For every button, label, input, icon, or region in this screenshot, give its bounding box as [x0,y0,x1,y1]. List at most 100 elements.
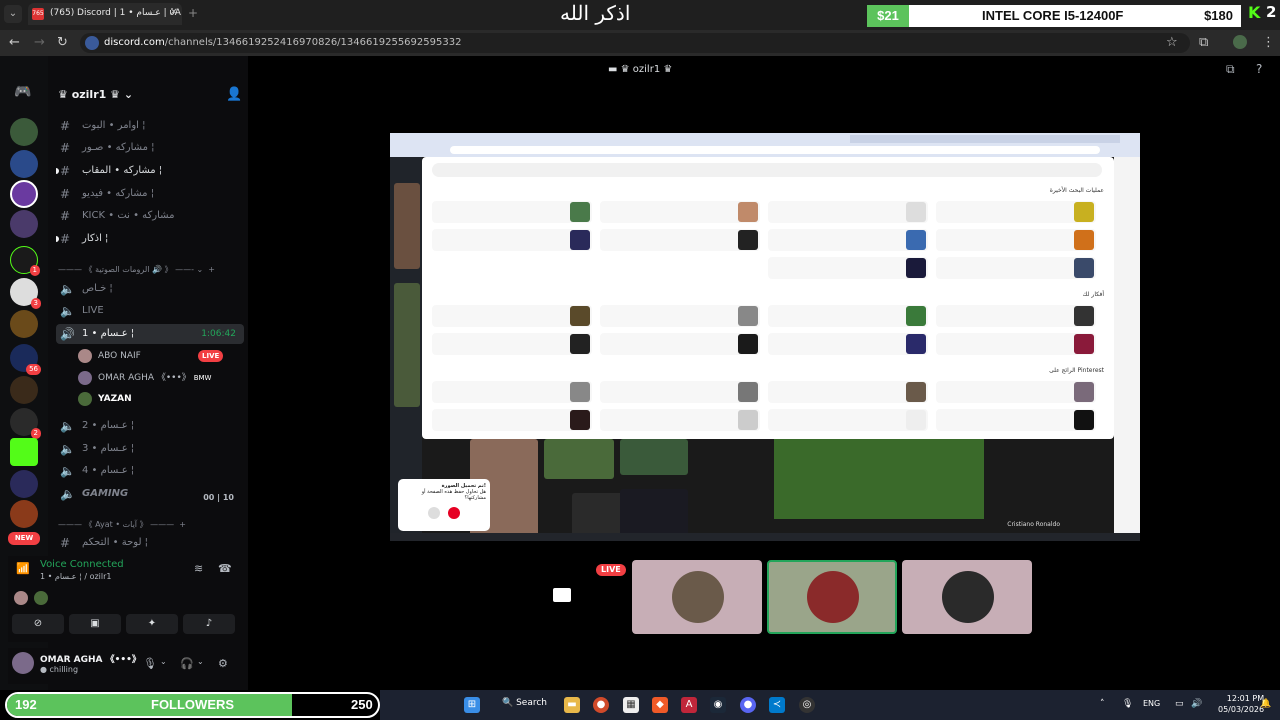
server-icon[interactable] [10,470,38,498]
app-icon[interactable]: A [681,697,697,713]
ayat-category-header[interactable]: ——— 《 Ayat • آيات 》 ——— + [58,519,244,533]
avatar[interactable] [12,652,34,674]
noise-suppression-icon[interactable]: ≋ [194,562,203,575]
hash-icon: # [60,536,71,550]
voice-category-header[interactable]: ——— 《 الرومات الصوتية 🔊 》 ——- ⌄ + [58,264,244,278]
text-channel[interactable]: # مشاركه • المقاب ¦ [56,161,244,181]
disconnect-icon[interactable]: ☎ [218,562,232,575]
voice-channel-private[interactable]: 🔈 خـاص ¦ [56,279,244,299]
reload-icon[interactable]: ↻ [57,35,68,50]
participant-tile-speaking[interactable] [767,560,897,634]
back-icon[interactable]: ← [9,35,20,50]
avatar [14,591,28,605]
url-input[interactable]: discord.com/channels/1346619252416970826… [80,33,1190,53]
shared-item [768,305,928,327]
voice-channel-active[interactable]: 🔊 عـسام • 1 ¦ 1:06:42 [56,324,244,344]
chevron-down-icon[interactable]: ⌄ [197,657,204,666]
extensions-icon[interactable]: ⧉ [1199,35,1208,50]
shared-item [768,229,928,251]
store-icon[interactable]: ▦ [623,697,639,713]
browser-tab-discord[interactable]: 765 (765) Discord | عـسام • 1 | ὐA ✕ [28,3,182,25]
help-icon[interactable]: ? [1256,62,1262,76]
text-channel[interactable]: # KICK • مشاركه • نت [56,206,244,226]
popout-icon[interactable]: ⧉ [1226,62,1235,77]
participant-tile[interactable] [902,560,1032,634]
taskbar-clock[interactable]: 12:01 PM 05/03/2026 [1218,693,1264,715]
vscode-icon[interactable]: ≺ [769,697,785,713]
voice-channel[interactable]: 🔈 عـسام • 3 ¦ [56,439,244,459]
forward-icon[interactable]: → [34,35,45,50]
browser-menu-icon[interactable]: ⋮ [1262,35,1275,50]
thumb [906,258,926,278]
avatar [78,392,92,406]
screen-share-button[interactable]: ▣ [69,614,121,634]
chevron-down-icon[interactable]: ⌄ [160,657,167,666]
voice-user[interactable]: YAZAN [78,389,238,409]
dhikr-overlay: اذكر الله [560,1,631,25]
voice-status[interactable]: Voice Connected [40,559,124,570]
server-icon[interactable] [10,310,38,338]
text-channel[interactable]: # اوامر • البوت ¦ [56,116,244,136]
site-info-icon[interactable] [85,36,99,50]
microphone-tray-icon[interactable]: 🎙 [1122,699,1133,709]
new-tab-icon[interactable]: + [188,6,198,20]
discord-home-icon[interactable]: 🎮 [14,84,31,100]
server-icon[interactable] [10,376,38,404]
file-explorer-icon[interactable]: ▬ [564,697,580,713]
server-icon[interactable]: 1 [10,246,40,276]
shared-item [768,333,928,355]
server-icon[interactable] [10,150,38,178]
thumb [906,334,926,354]
network-icon[interactable]: ▭ [1175,699,1184,709]
volume-icon[interactable]: 🔊 [1191,699,1202,709]
activities-button[interactable]: ✦ [126,614,178,634]
text-channel[interactable]: # لوحة • التحكم ¦ [56,533,244,553]
server-icon[interactable] [10,118,38,146]
voice-channel-live[interactable]: 🔈 LIVE [56,301,244,321]
voice-channel-path[interactable]: عـسام • 1 ¦ / ozilr1 [40,572,111,581]
server-icon[interactable]: 2 [10,408,41,439]
voice-user[interactable]: ABO NAIF LIVE [78,346,238,366]
server-icon[interactable]: 56 [10,344,41,375]
server-icon[interactable]: 3 [10,278,41,309]
signal-icon[interactable]: 📶 [16,562,30,575]
tab-search-button[interactable]: ⌄ [4,5,22,23]
language-indicator[interactable]: ENG [1143,699,1160,708]
server-icon[interactable] [10,180,38,208]
voice-user[interactable]: OMAR AGHA 《•••》 BMW [78,368,238,388]
avatar [78,371,92,385]
headphones-icon[interactable]: 🎧 [180,657,194,670]
server-icon[interactable] [10,438,38,466]
microphone-icon[interactable]: 🎙 [143,657,157,670]
bookmark-star-icon[interactable]: ☆ [1166,35,1178,50]
discord-taskbar-icon[interactable]: ● [740,697,756,713]
add-member-icon[interactable]: 👤 [226,87,242,102]
text-channel[interactable]: # مشاركه • صـور ¦ [56,138,244,158]
voice-channel[interactable]: 🔈 عـسام • 4 ¦ [56,461,244,481]
windows-start-icon[interactable]: ⊞ [464,697,480,713]
close-tab-icon[interactable]: ✕ [170,7,178,18]
soundboard-button[interactable]: ♪ [183,614,235,634]
server-name-header[interactable]: ♛ ozilr1 ♛ ⌄ [58,88,133,101]
user-name: OMAR AGHA 《•••》 [40,655,141,665]
voice-channel[interactable]: 🔈 عـسام • 2 ¦ [56,416,244,436]
camera-off-button[interactable]: ⊘ [12,614,64,634]
text-channel[interactable]: # اذكار ¦ [56,229,244,249]
voice-channel-gaming[interactable]: 🔈 GAMING 00 | 10 [56,484,244,504]
brave-icon[interactable]: ◆ [652,697,668,713]
participant-tile[interactable] [632,560,762,634]
text-channel[interactable]: # مشاركه • فيديو ¦ [56,184,244,204]
settings-gear-icon[interactable]: ⚙ [218,657,228,670]
notification-bell-icon[interactable]: 🔔 [1260,699,1271,709]
taskbar-search[interactable]: 🔍 Search [502,698,547,708]
hash-icon: # [60,164,71,178]
stream-video[interactable]: عمليات البحث الأخيرة أفكار لك الرائج على… [390,133,1140,541]
hash-icon: # [60,232,71,246]
profile-avatar[interactable] [1233,35,1247,49]
tray-chevron-icon[interactable]: ˄ [1100,699,1105,709]
server-icon[interactable] [10,500,38,528]
steam-icon[interactable]: ◉ [710,697,726,713]
server-icon[interactable] [10,210,38,238]
chrome-icon[interactable]: ● [593,697,609,713]
obs-icon[interactable]: ◎ [799,697,815,713]
